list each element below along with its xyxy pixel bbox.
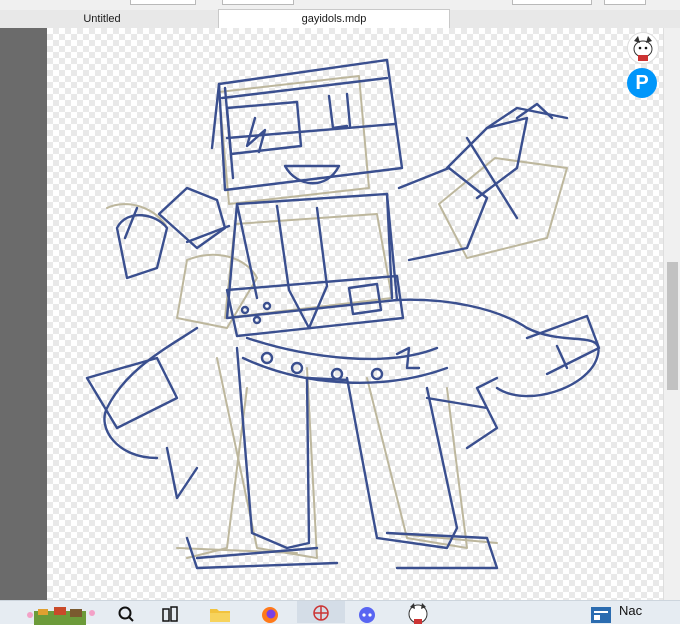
widget-icon[interactable]: [24, 605, 100, 625]
news-icon[interactable]: [590, 605, 612, 623]
taskbar: Nac: [0, 600, 680, 625]
taskbar-widget-label: Nac: [619, 603, 643, 618]
tab-untitled[interactable]: Untitled: [22, 10, 182, 28]
discord-icon[interactable]: [356, 605, 378, 623]
tab-label: gayidols.mdp: [301, 13, 367, 25]
pixiv-letter: P: [635, 72, 649, 94]
search-icon[interactable]: [117, 605, 135, 623]
art-app-icon: [313, 605, 329, 621]
task-view-icon[interactable]: [161, 605, 179, 623]
rough-sketch-layer: [106, 75, 568, 559]
vertical-scrollbar[interactable]: [663, 28, 680, 600]
pixiv-icon[interactable]: P: [627, 68, 657, 98]
tab-label: Untitled: [83, 13, 121, 25]
avatar-app-icon[interactable]: [405, 602, 431, 624]
sketch-drawing: [85, 58, 601, 570]
dog-avatar-icon[interactable]: [627, 32, 659, 64]
ink-lines-layer: [85, 58, 601, 570]
toolbar-field[interactable]: [222, 0, 294, 5]
scrollbar-thumb[interactable]: [667, 262, 678, 390]
toolbar-field[interactable]: [604, 0, 646, 5]
firefox-icon[interactable]: [260, 605, 280, 623]
canvas-side-panel: [0, 28, 47, 600]
document-tab-bar: Untitled gayidols.mdp: [0, 9, 680, 29]
toolbar-field[interactable]: [512, 0, 592, 5]
drawing-canvas[interactable]: [47, 28, 663, 600]
art-app-taskbar-button[interactable]: [297, 601, 345, 623]
tab-gayidols[interactable]: gayidols.mdp: [218, 9, 450, 28]
file-explorer-icon[interactable]: [209, 605, 231, 623]
toolbar-field[interactable]: [130, 0, 196, 5]
avatar-drawing: [633, 36, 653, 61]
